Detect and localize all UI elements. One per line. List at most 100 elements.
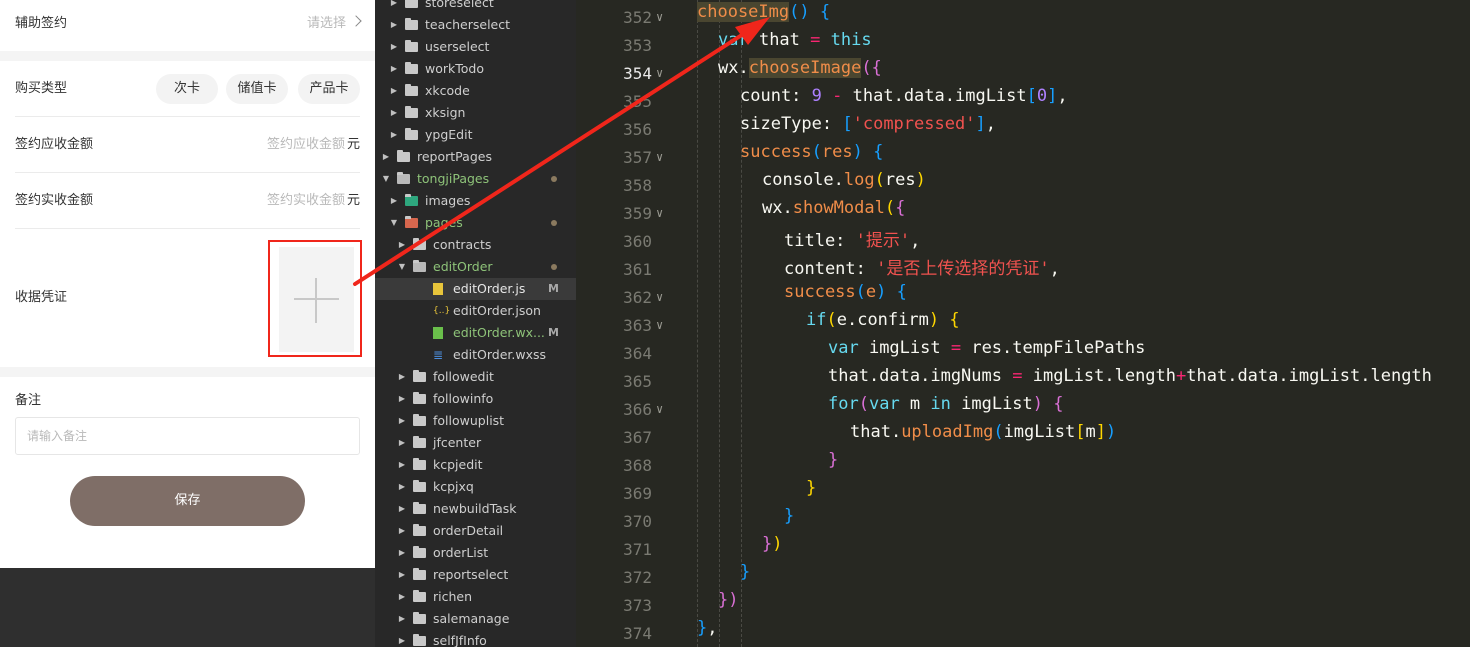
caret-right-icon[interactable]: ▶ <box>397 520 407 542</box>
fold-chevron-icon[interactable]: ∨ <box>656 318 663 332</box>
caret-right-icon[interactable]: ▶ <box>389 36 399 58</box>
fold-chevron-icon[interactable]: ∨ <box>656 10 663 24</box>
folder-icon <box>405 0 418 8</box>
tree-item[interactable]: ▶ orderList <box>375 542 576 564</box>
tree-item-label: kcpjedit <box>433 457 483 472</box>
assist-sign-card: 辅助签约 请选择 <box>0 0 375 51</box>
caret-right-icon[interactable]: ▶ <box>397 388 407 410</box>
code-line-374: }, <box>697 618 718 638</box>
caret-right-icon[interactable]: ▶ <box>389 124 399 146</box>
caret-right-icon[interactable]: ▶ <box>397 542 407 564</box>
due-amount-row[interactable]: 签约应收金额 签约应收金额 元 <box>15 117 360 173</box>
tree-item-label: salemanage <box>433 611 510 626</box>
caret-right-icon[interactable]: ▶ <box>397 366 407 388</box>
tree-item[interactable]: ▼ editOrder <box>375 256 576 278</box>
tree-item-label: workTodo <box>425 61 484 76</box>
tree-item-label: editOrder <box>433 259 493 274</box>
caret-down-icon[interactable]: ▼ <box>389 212 399 234</box>
tree-item[interactable]: ▶ richen <box>375 586 576 608</box>
actual-amount-input[interactable]: 签约实收金额 <box>267 173 345 229</box>
tree-item[interactable]: editOrder.wx... M <box>375 322 576 344</box>
folder-icon <box>413 568 426 580</box>
tree-item[interactable]: ▶ salemanage <box>375 608 576 630</box>
caret-right-icon[interactable]: ▶ <box>389 0 399 14</box>
line-number: 352 <box>623 8 652 27</box>
tree-item[interactable]: ▶ ypgEdit <box>375 124 576 146</box>
caret-right-icon[interactable]: ▶ <box>397 476 407 498</box>
tree-item[interactable]: ≣ editOrder.wxss <box>375 344 576 366</box>
caret-right-icon[interactable]: ▶ <box>397 234 407 256</box>
code-line-372: } <box>740 562 751 582</box>
caret-down-icon[interactable]: ▼ <box>397 256 407 278</box>
due-amount-input[interactable]: 签约应收金额 <box>267 117 345 173</box>
caret-down-icon[interactable]: ▼ <box>381 168 391 190</box>
tree-item-label: followinfo <box>433 391 494 406</box>
tree-item[interactable]: ▶ selfJfInfo <box>375 630 576 647</box>
purchase-type-chip-stored-value-card[interactable]: 储值卡 <box>226 74 288 104</box>
tree-item[interactable]: ▶ userselect <box>375 36 576 58</box>
tree-item[interactable]: ▶ newbuildTask <box>375 498 576 520</box>
actual-amount-row[interactable]: 签约实收金额 签约实收金额 元 <box>15 173 360 229</box>
tree-item[interactable]: ▶ jfcenter <box>375 432 576 454</box>
purchase-type-chip-count-card[interactable]: 次卡 <box>156 74 218 104</box>
line-number: 370 <box>623 512 652 531</box>
fold-chevron-icon[interactable]: ∨ <box>656 290 663 304</box>
remark-input[interactable]: 请输入备注 <box>15 417 360 455</box>
tree-item[interactable]: ▶ followedit <box>375 366 576 388</box>
tree-item[interactable]: ▶ teacherselect <box>375 14 576 36</box>
code-line-357: success(res) { <box>740 142 884 162</box>
tree-item[interactable]: editOrder.js M <box>375 278 576 300</box>
caret-right-icon[interactable]: ▶ <box>389 102 399 124</box>
caret-right-icon[interactable]: ▶ <box>397 586 407 608</box>
tree-item[interactable]: ▼ pages <box>375 212 576 234</box>
tree-item[interactable]: {..} editOrder.json <box>375 300 576 322</box>
fold-chevron-icon[interactable]: ∨ <box>656 150 663 164</box>
caret-right-icon[interactable]: ▶ <box>381 146 391 168</box>
tree-item-label: orderList <box>433 545 489 560</box>
tree-item-label: xksign <box>425 105 466 120</box>
tree-item[interactable]: ▶ images <box>375 190 576 212</box>
caret-right-icon[interactable]: ▶ <box>397 498 407 520</box>
caret-right-icon[interactable]: ▶ <box>397 454 407 476</box>
caret-right-icon[interactable]: ▶ <box>397 608 407 630</box>
caret-right-icon[interactable]: ▶ <box>397 630 407 647</box>
tree-item[interactable]: ▶ followuplist <box>375 410 576 432</box>
code-line-367: that.uploadImg(imgList[m]) <box>850 422 1117 442</box>
caret-right-icon[interactable]: ▶ <box>389 14 399 36</box>
due-amount-unit: 元 <box>346 137 360 152</box>
assist-sign-row[interactable]: 辅助签约 请选择 <box>15 0 362 52</box>
tree-item[interactable]: ▶ storeselect <box>375 0 576 14</box>
save-button[interactable]: 保存 <box>70 476 305 526</box>
tree-item[interactable]: ▶ workTodo <box>375 58 576 80</box>
modified-badge: M <box>548 282 559 295</box>
caret-right-icon[interactable]: ▶ <box>397 564 407 586</box>
tree-item[interactable]: ▼ tongjiPages <box>375 168 576 190</box>
caret-right-icon[interactable]: ▶ <box>397 410 407 432</box>
tree-item[interactable]: ▶ xkcode <box>375 80 576 102</box>
tree-item[interactable]: ▶ contracts <box>375 234 576 256</box>
folder-icon <box>413 590 426 602</box>
tree-item[interactable]: ▶ kcpjedit <box>375 454 576 476</box>
purchase-type-chip-product-card[interactable]: 产品卡 <box>298 74 360 104</box>
line-number: 365 <box>623 372 652 391</box>
caret-right-icon[interactable]: ▶ <box>389 58 399 80</box>
tree-item[interactable]: ▶ followinfo <box>375 388 576 410</box>
tree-item[interactable]: ▶ reportPages <box>375 146 576 168</box>
caret-right-icon[interactable]: ▶ <box>389 190 399 212</box>
tree-item[interactable]: ▶ kcpjxq <box>375 476 576 498</box>
line-number: 369 <box>623 484 652 503</box>
line-number: 371 <box>623 540 652 559</box>
folder-icon <box>413 502 426 514</box>
caret-right-icon[interactable]: ▶ <box>397 432 407 454</box>
fold-chevron-icon[interactable]: ∨ <box>656 66 663 80</box>
fold-chevron-icon[interactable]: ∨ <box>656 206 663 220</box>
tree-item[interactable]: ▶ reportselect <box>375 564 576 586</box>
code-line-352: chooseImg() { <box>697 2 831 22</box>
tree-item[interactable]: ▶ orderDetail <box>375 520 576 542</box>
fold-chevron-icon[interactable]: ∨ <box>656 402 663 416</box>
folder-icon <box>413 238 426 250</box>
tree-item[interactable]: ▶ xksign <box>375 102 576 124</box>
code-line-364: var imgList = res.tempFilePaths <box>828 338 1146 358</box>
caret-right-icon[interactable]: ▶ <box>389 80 399 102</box>
code-editor[interactable]: 351∨352∨353354∨355356357∨358359∨36036136… <box>576 0 1470 647</box>
